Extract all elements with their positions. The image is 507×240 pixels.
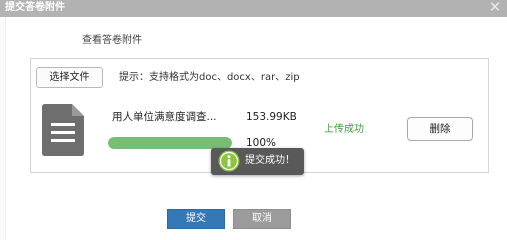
document-icon (42, 104, 84, 156)
toast-text: 提交成功！ (245, 155, 295, 166)
dialog-title: 提交答卷附件 (5, 2, 65, 13)
file-name: 用人单位满意度调查... (112, 111, 217, 123)
cancel-button[interactable]: 取消 (233, 209, 291, 229)
info-icon (218, 150, 240, 172)
close-icon[interactable]: ✕ (487, 0, 503, 15)
submit-button[interactable]: 提交 (167, 209, 225, 229)
toast-message: 提交成功！ (211, 148, 304, 175)
delete-button[interactable]: 删除 (407, 117, 473, 141)
section-title: 查看答卷附件 (82, 35, 142, 46)
upload-status: 上传成功 (324, 124, 364, 135)
background-window-edge (0, 17, 6, 240)
file-size: 153.99KB (246, 111, 297, 123)
dialog-titlebar: 提交答卷附件 ✕ (0, 0, 507, 17)
format-hint: 提示：支持格式为doc、docx、rar、zip (119, 72, 300, 83)
choose-file-button[interactable]: 选择文件 (36, 67, 103, 88)
